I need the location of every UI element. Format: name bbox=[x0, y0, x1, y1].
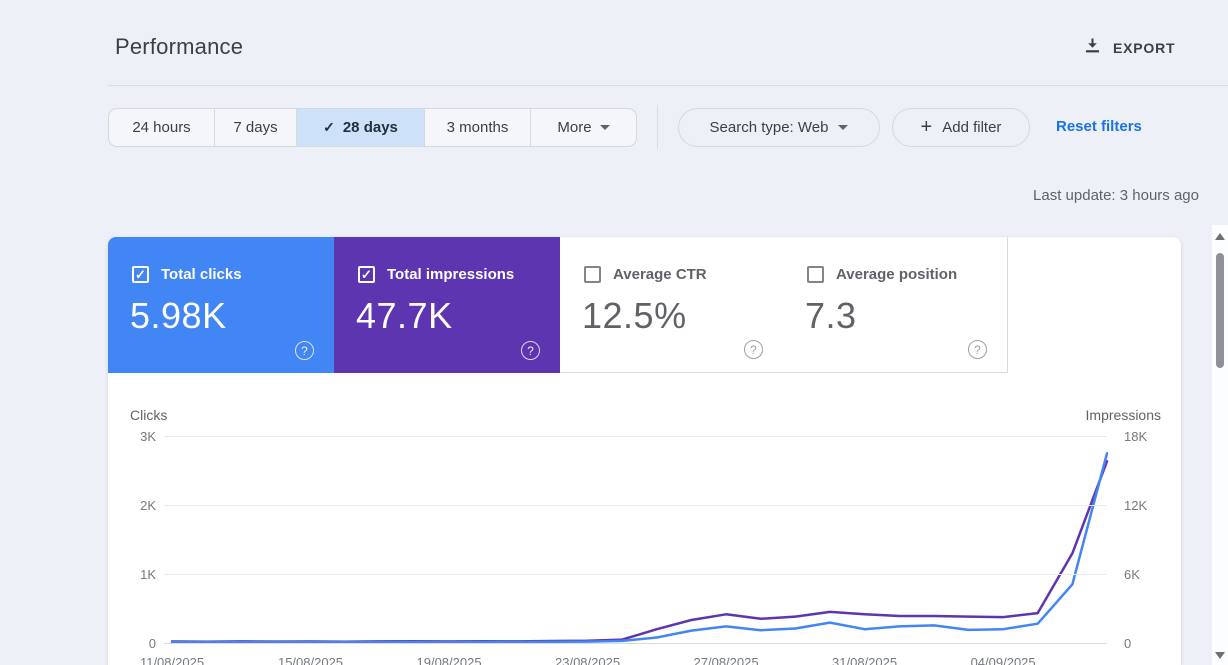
page-title: Performance bbox=[115, 34, 244, 59]
scrollbar bbox=[1212, 225, 1228, 665]
date-range-label: 24 hours bbox=[132, 119, 191, 136]
gridline bbox=[164, 574, 1107, 575]
left-axis-tick: 1K bbox=[140, 567, 156, 582]
right-axis-tick: 6K bbox=[1124, 567, 1140, 582]
performance-page: Performance EXPORT 24 hours 7 days ✓ 28 day… bbox=[0, 0, 1228, 665]
x-axis-tick: 15/08/2025 bbox=[277, 655, 344, 665]
metric-card-value: 5.98K bbox=[130, 295, 227, 336]
metric-card-label: Total impressions bbox=[387, 266, 515, 283]
date-range-label: 28 days bbox=[342, 119, 398, 136]
check-icon: ✓ bbox=[135, 267, 146, 282]
scroll-down-arrow[interactable] bbox=[1215, 652, 1225, 659]
add-filter-label: Add filter bbox=[942, 119, 1002, 136]
check-icon: ✓ bbox=[323, 119, 335, 135]
left-axis-tick: 3K bbox=[140, 429, 156, 444]
x-axis-tick: 19/08/2025 bbox=[416, 655, 482, 665]
gridline bbox=[164, 436, 1107, 437]
export-button[interactable]: EXPORT bbox=[1084, 34, 1175, 62]
filter-bar-divider bbox=[657, 105, 658, 149]
date-range-label: 7 days bbox=[233, 119, 278, 136]
metric-card-label: Average CTR bbox=[613, 266, 707, 283]
metric-card-average-position[interactable]: Average position 7.3? bbox=[783, 237, 1008, 373]
metric-card-label: Average position bbox=[836, 266, 958, 283]
checkbox-checked-icon[interactable]: ✓ bbox=[132, 266, 149, 283]
checkbox-unchecked-icon[interactable] bbox=[584, 266, 601, 283]
metric-card-value: 12.5% bbox=[582, 295, 687, 336]
help-icon[interactable]: ? bbox=[968, 340, 987, 359]
x-axis-tick: 23/08/2025 bbox=[555, 655, 621, 665]
metric-card-header: Average position bbox=[807, 266, 957, 283]
chart-lines-svg bbox=[170, 452, 1109, 644]
metric-card-header: ✓ Total clicks bbox=[132, 266, 242, 283]
date-range-button-3-months[interactable]: 3 months bbox=[425, 109, 531, 146]
date-range-label: 3 months bbox=[446, 119, 509, 136]
left-axis-tick: 2K bbox=[140, 498, 156, 513]
x-axis-tick: 11/08/2025 bbox=[139, 655, 205, 665]
plus-icon: + bbox=[920, 115, 933, 138]
right-axis-tick: 12K bbox=[1124, 498, 1148, 513]
gridline bbox=[164, 505, 1107, 506]
header-divider bbox=[108, 85, 1228, 86]
date-range-label: More bbox=[557, 119, 592, 136]
help-icon[interactable]: ? bbox=[295, 341, 314, 360]
chevron-down-icon bbox=[838, 125, 849, 130]
chart-line-total-clicks bbox=[170, 452, 1109, 644]
x-axis-tick: 31/08/2025 bbox=[832, 655, 898, 665]
checkbox-unchecked-icon[interactable] bbox=[807, 266, 824, 283]
checkbox-checked-icon[interactable]: ✓ bbox=[358, 266, 375, 283]
metric-card-total-clicks[interactable]: ✓ Total clicks 5.98K? bbox=[108, 237, 334, 373]
search-type-dropdown[interactable]: Search type: Web bbox=[678, 108, 880, 147]
x-axis-tick: 04/09/2025 bbox=[970, 655, 1036, 665]
scroll-up-arrow[interactable] bbox=[1215, 233, 1225, 240]
metric-card-value: 7.3 bbox=[805, 295, 857, 336]
date-range-button-24-hours[interactable]: 24 hours bbox=[109, 109, 215, 146]
metric-cards-row: ✓ Total clicks 5.98K? ✓ Total impressions 47.… bbox=[108, 237, 1008, 373]
metric-card-value: 47.7K bbox=[356, 295, 453, 336]
metric-card-header: Average CTR bbox=[584, 266, 707, 283]
add-filter-button[interactable]: + Add filter bbox=[892, 108, 1030, 147]
x-axis-tick: 27/08/2025 bbox=[693, 655, 759, 665]
metric-card-label: Total clicks bbox=[161, 266, 242, 283]
left-axis-tick: 0 bbox=[148, 636, 156, 651]
scrollbar-thumb[interactable] bbox=[1216, 253, 1224, 368]
date-range-button-7-days[interactable]: 7 days bbox=[215, 109, 297, 146]
chevron-down-icon bbox=[599, 125, 610, 130]
performance-chart: Clicks Impressions 3K 18K 2K 12K 1K 6K 0 0 11/08… bbox=[108, 390, 1181, 665]
right-axis-tick: 18K bbox=[1124, 429, 1148, 444]
search-type-label: Search type: Web bbox=[709, 119, 829, 136]
performance-panel: ✓ Total clicks 5.98K? ✓ Total impressions 47.… bbox=[108, 237, 1181, 665]
date-range-button-more[interactable]: More bbox=[531, 109, 636, 146]
export-label: EXPORT bbox=[1113, 40, 1176, 56]
last-update-text: Last update: 3 hours ago bbox=[1033, 187, 1199, 204]
metric-card-total-impressions[interactable]: ✓ Total impressions 47.7K? bbox=[334, 237, 560, 373]
gridline bbox=[164, 643, 1107, 644]
check-icon: ✓ bbox=[361, 267, 372, 282]
right-axis-tick: 0 bbox=[1124, 636, 1132, 651]
metric-card-header: ✓ Total impressions bbox=[358, 266, 514, 283]
metric-card-average-ctr[interactable]: Average CTR 12.5%? bbox=[560, 237, 783, 373]
download-icon bbox=[1084, 37, 1101, 59]
help-icon[interactable]: ? bbox=[744, 340, 763, 359]
date-range-selector: 24 hours 7 days ✓ 28 days 3 months More bbox=[108, 108, 637, 147]
chart-line-total-impressions bbox=[170, 460, 1109, 643]
reset-filters-link[interactable]: Reset filters bbox=[1056, 118, 1142, 135]
date-range-button-28-days[interactable]: ✓ 28 days bbox=[297, 109, 425, 146]
help-icon[interactable]: ? bbox=[521, 341, 540, 360]
